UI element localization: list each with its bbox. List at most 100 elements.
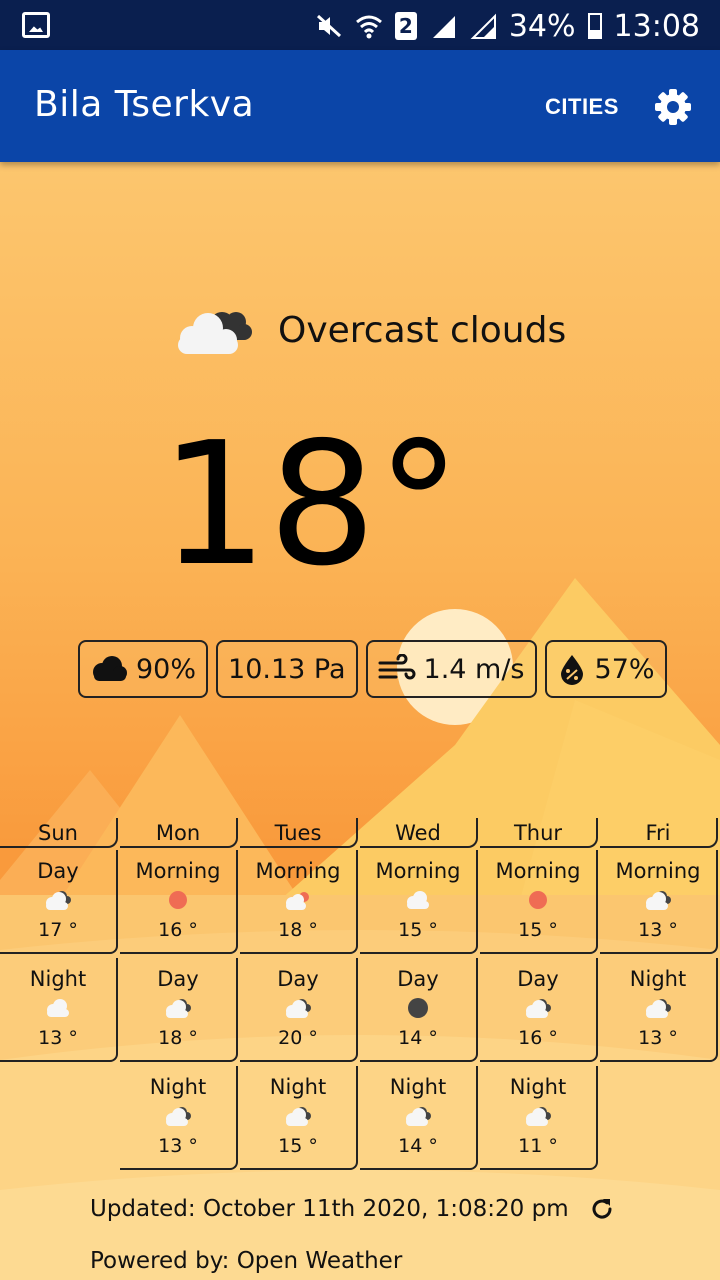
forecast-cell: Day 18 ° <box>120 958 238 1062</box>
forecast-cell: Night 14 ° <box>360 1066 478 1170</box>
pressure-stat: 10.13 Pa <box>216 640 358 698</box>
gear-icon[interactable] <box>654 88 692 126</box>
wind-icon <box>378 654 415 680</box>
forecast-cell: Night 15 ° <box>240 1066 358 1170</box>
period-label: Night <box>629 967 687 991</box>
forecast-cell: Morning 15 ° <box>480 850 598 954</box>
day-header-mon: Mon <box>120 818 238 848</box>
app-bar: Bila Tserkva CITIES <box>0 50 720 162</box>
forecast-cell: Night 13 ° <box>600 958 718 1062</box>
period-label: Day <box>517 967 559 991</box>
forecast-cell: Day 16 ° <box>480 958 598 1062</box>
period-label: Day <box>397 967 439 991</box>
refresh-icon[interactable] <box>589 1196 615 1222</box>
cloudy-icon <box>600 884 716 916</box>
period-label: Night <box>269 1075 327 1099</box>
humidity-stat: 57% <box>544 640 667 698</box>
forecast-cell: Night 11 ° <box>480 1066 598 1170</box>
clock: 13:08 <box>613 8 700 44</box>
cloudy-icon <box>240 1100 356 1132</box>
period-label: Morning <box>615 859 701 883</box>
period-label: Morning <box>375 859 461 883</box>
period-temp: 13 ° <box>38 1027 78 1049</box>
signal-icon <box>432 16 455 38</box>
period-label: Morning <box>255 859 341 883</box>
cities-button[interactable]: CITIES <box>545 94 619 120</box>
day-header-fri: Fri <box>600 818 718 848</box>
period-temp: 13 ° <box>638 919 678 941</box>
forecast-cell: Day 17 ° <box>0 850 118 954</box>
cloud-icon <box>360 884 476 916</box>
forecast-cell: Morning 13 ° <box>600 850 718 954</box>
period-label: Night <box>389 1075 447 1099</box>
day-header-wed: Wed <box>360 818 478 848</box>
cloudy-icon <box>480 992 596 1024</box>
city-title: Bila Tserkva <box>34 84 255 125</box>
forecast-cell: Night 13 ° <box>0 958 118 1062</box>
status-bar: 2 34% 13:08 <box>0 0 720 50</box>
period-label: Night <box>149 1075 207 1099</box>
period-label: Day <box>277 967 319 991</box>
forecast-cell: Morning 16 ° <box>120 850 238 954</box>
wifi-icon <box>355 15 382 39</box>
forecast-cell: Morning 18 ° <box>240 850 358 954</box>
dark-circle-icon <box>360 992 476 1024</box>
sun-icon <box>120 884 236 916</box>
cloud-icon <box>0 992 116 1024</box>
cloudiness-value: 90% <box>136 653 197 685</box>
battery-percent: 34% <box>508 8 576 44</box>
wind-value: 1.4 m/s <box>423 653 525 685</box>
period-temp: 14 ° <box>398 1135 438 1157</box>
period-temp: 18 ° <box>158 1027 198 1049</box>
forecast-cell: Day 20 ° <box>240 958 358 1062</box>
cloudy-icon <box>360 1100 476 1132</box>
period-label: Day <box>37 859 79 883</box>
period-label: Day <box>157 967 199 991</box>
current-condition: Overcast clouds <box>172 300 566 360</box>
day-header-thur: Thur <box>480 818 598 848</box>
period-temp: 16 ° <box>518 1027 558 1049</box>
period-temp: 17 ° <box>38 919 78 941</box>
overcast-clouds-icon <box>178 312 252 354</box>
cloudy-icon <box>600 992 716 1024</box>
cloudy-icon <box>120 992 236 1024</box>
day-header-sun: Sun <box>0 818 118 848</box>
updated-text: Updated: October 11th 2020, 1:08:20 pm <box>90 1196 569 1222</box>
mute-icon <box>316 14 341 38</box>
cloudiness-stat: 90% <box>78 640 209 698</box>
period-temp: 18 ° <box>278 919 318 941</box>
period-temp: 15 ° <box>518 919 558 941</box>
forecast-cell: Day 14 ° <box>360 958 478 1062</box>
powered-by: Powered by: Open Weather <box>90 1248 403 1274</box>
current-temperature: 18° <box>160 406 462 604</box>
cloudy-icon <box>480 1100 596 1132</box>
period-temp: 14 ° <box>398 1027 438 1049</box>
period-temp: 13 ° <box>158 1135 198 1157</box>
last-updated: Updated: October 11th 2020, 1:08:20 pm <box>90 1196 615 1222</box>
period-temp: 20 ° <box>278 1027 318 1049</box>
current-stats: 90% 10.13 Pa 1.4 m/s 57% <box>78 640 667 698</box>
battery-icon <box>587 13 602 39</box>
pressure-value: 10.13 Pa <box>228 653 346 685</box>
forecast-cell: Morning 15 ° <box>360 850 478 954</box>
period-label: Morning <box>495 859 581 883</box>
cloudy-icon <box>240 992 356 1024</box>
wind-stat: 1.4 m/s <box>365 640 537 698</box>
condition-text: Overcast clouds <box>278 309 567 351</box>
cloudy-icon <box>120 1100 236 1132</box>
sun-cloud-icon <box>240 884 356 916</box>
period-temp: 13 ° <box>638 1027 678 1049</box>
signal-icon-2 <box>470 13 496 39</box>
forecast-cell: Night 13 ° <box>120 1066 238 1170</box>
period-label: Night <box>29 967 87 991</box>
sun-icon <box>480 884 596 916</box>
cloud-icon <box>93 656 127 681</box>
day-header-tues: Tues <box>240 818 358 848</box>
period-label: Night <box>509 1075 567 1099</box>
gallery-notification-icon <box>22 12 50 38</box>
period-temp: 11 ° <box>518 1135 558 1157</box>
humidity-value: 57% <box>594 653 655 685</box>
period-temp: 15 ° <box>398 919 438 941</box>
cloudy-icon <box>0 884 116 916</box>
sim-indicator: 2 <box>394 12 417 40</box>
